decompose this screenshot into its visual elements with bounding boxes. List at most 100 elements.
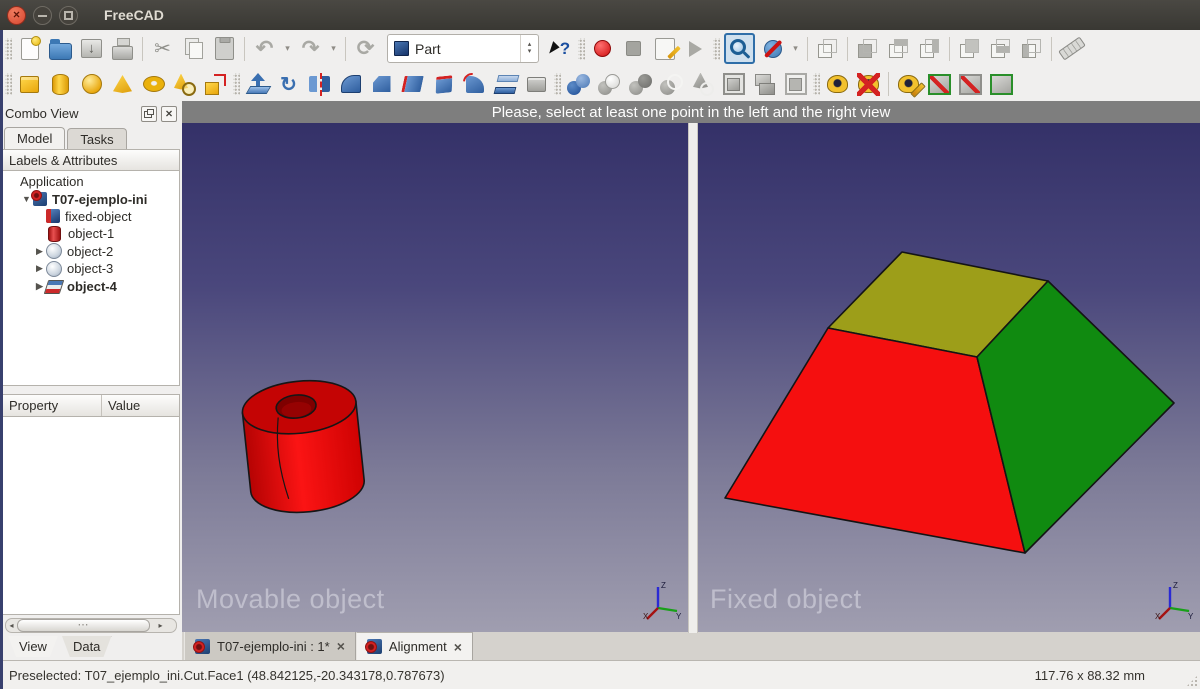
redo-more-icon[interactable] [328, 37, 339, 61]
measure-linear-icon[interactable] [824, 71, 851, 98]
measure-refresh-icon[interactable] [855, 71, 882, 98]
compound-extract-icon[interactable] [782, 71, 809, 98]
part-offset-icon[interactable] [489, 71, 523, 98]
scroll-right-icon[interactable]: ▸ [155, 619, 166, 632]
save-file-icon[interactable] [78, 35, 105, 62]
macro-edit-icon[interactable] [651, 35, 678, 62]
tree-item-object-1[interactable]: object-1 [3, 225, 179, 242]
measure-annotation-icon[interactable] [895, 71, 922, 98]
refresh-document-icon[interactable] [352, 35, 379, 62]
tree-item-object-3[interactable]: ▶object-3 [3, 260, 179, 277]
make-compound-icon[interactable] [720, 71, 747, 98]
movable-object-viewport[interactable]: Movable object Z Y X [182, 123, 688, 633]
boolean-common-icon[interactable] [596, 71, 623, 98]
macro-play-icon[interactable] [682, 35, 709, 62]
toggle-delta-measurement-icon[interactable] [957, 71, 984, 98]
view-axonometric-icon[interactable] [814, 35, 841, 62]
toolbar-grip[interactable] [713, 38, 720, 60]
toggle-all-measurements-icon[interactable] [988, 71, 1015, 98]
open-file-icon[interactable] [47, 35, 74, 62]
part-cone-icon[interactable] [109, 71, 136, 98]
view-right-icon[interactable] [916, 35, 943, 62]
cross-sections-icon[interactable] [689, 71, 716, 98]
new-file-icon[interactable] [16, 35, 43, 62]
part-cylinder-icon[interactable] [47, 71, 74, 98]
tab-tasks[interactable]: Tasks [67, 128, 126, 149]
workbench-spinner-icon[interactable]: ▴▾ [520, 35, 538, 62]
expander-icon[interactable]: ▶ [33, 246, 46, 257]
document-tab-t07-ejemplo-ini-1-[interactable]: T07-ejemplo-ini : 1*× [184, 632, 356, 660]
fixed-object-viewport[interactable]: Fixed object Z Y X [696, 123, 1200, 633]
window-close-icon[interactable] [7, 6, 26, 25]
workbench-selector[interactable]: Part▴▾ [387, 34, 539, 63]
tab-model[interactable]: Model [4, 127, 65, 149]
part-sweep-icon[interactable] [461, 71, 488, 98]
scrollbar-thumb[interactable] [17, 619, 150, 632]
viewport-splitter[interactable] [688, 123, 698, 633]
copy-icon[interactable] [180, 35, 207, 62]
tree-item-Application[interactable]: Application [3, 173, 179, 190]
boolean-cut-icon[interactable] [627, 71, 654, 98]
tree-item-T07-ejemplo-ini[interactable]: ▼T07-ejemplo-ini [3, 190, 179, 207]
toolbar-grip[interactable] [5, 73, 12, 95]
tree-item-object-4[interactable]: ▶object-4 [3, 277, 179, 294]
draw-style-more-icon[interactable] [790, 37, 801, 61]
movable-object-cylinder[interactable] [182, 123, 688, 611]
tab-data[interactable]: Data [62, 636, 111, 657]
window-maximize-icon[interactable] [59, 6, 78, 25]
close-panel-icon[interactable] [161, 106, 177, 122]
part-torus-icon[interactable] [140, 71, 167, 98]
macro-stop-icon[interactable] [620, 35, 647, 62]
paste-icon[interactable] [211, 35, 238, 62]
close-tab-icon[interactable]: × [454, 639, 462, 655]
part-box-icon[interactable] [16, 71, 43, 98]
part-fillet-icon[interactable] [337, 71, 364, 98]
title-bar[interactable]: FreeCAD [0, 0, 1200, 30]
part-revolve-icon[interactable] [275, 71, 302, 98]
tree-item-object-2[interactable]: ▶object-2 [3, 243, 179, 260]
toolbar-grip[interactable] [5, 38, 12, 60]
ruled-surface-icon[interactable] [399, 71, 426, 98]
undo-more-icon[interactable] [282, 37, 293, 61]
toolbar-grip[interactable] [578, 38, 585, 60]
toggle-3d-measurement-icon[interactable] [926, 71, 953, 98]
part-loft-icon[interactable] [430, 71, 457, 98]
tab-view[interactable]: View [8, 636, 58, 657]
view-left-icon[interactable] [1018, 35, 1045, 62]
shape-builder-icon[interactable] [202, 71, 229, 98]
part-section-icon[interactable] [658, 71, 685, 98]
float-panel-icon[interactable] [141, 106, 157, 122]
toolbar-grip[interactable] [233, 73, 240, 95]
macro-record-icon[interactable] [589, 35, 616, 62]
close-tab-icon[interactable]: × [337, 638, 345, 654]
view-front-icon[interactable] [854, 35, 881, 62]
compound-filter-icon[interactable] [751, 71, 778, 98]
fit-all-icon[interactable] [724, 33, 755, 64]
tree-item-fixed-object[interactable]: fixed-object [3, 208, 179, 225]
whats-this-icon[interactable] [547, 35, 574, 62]
expander-icon[interactable]: ▶ [33, 263, 46, 274]
horizontal-scrollbar[interactable]: ◂ ▸ [5, 618, 177, 633]
print-icon[interactable] [109, 35, 136, 62]
redo-icon[interactable] [297, 35, 324, 62]
cut-icon[interactable] [149, 35, 176, 62]
draw-style-icon[interactable] [759, 35, 786, 62]
part-mirror-icon[interactable] [306, 71, 333, 98]
part-extrude-icon[interactable] [244, 71, 271, 98]
part-chamfer-icon[interactable] [368, 71, 395, 98]
document-tab-alignment[interactable]: Alignment× [356, 632, 473, 660]
part-sphere-icon[interactable] [78, 71, 105, 98]
toolbar-grip[interactable] [554, 73, 561, 95]
view-top-icon[interactable] [885, 35, 912, 62]
window-minimize-icon[interactable] [33, 6, 52, 25]
fixed-object-frustum[interactable] [696, 123, 1200, 611]
part-thickness-icon[interactable] [523, 71, 550, 98]
view-bottom-icon[interactable] [987, 35, 1014, 62]
measure-distance-icon[interactable] [1058, 35, 1085, 62]
view-rear-icon[interactable] [956, 35, 983, 62]
toolbar-grip[interactable] [813, 73, 820, 95]
part-primitives-icon[interactable] [171, 71, 198, 98]
scroll-left-icon[interactable]: ◂ [6, 619, 17, 632]
undo-icon[interactable] [251, 35, 278, 62]
boolean-union-icon[interactable] [565, 71, 592, 98]
